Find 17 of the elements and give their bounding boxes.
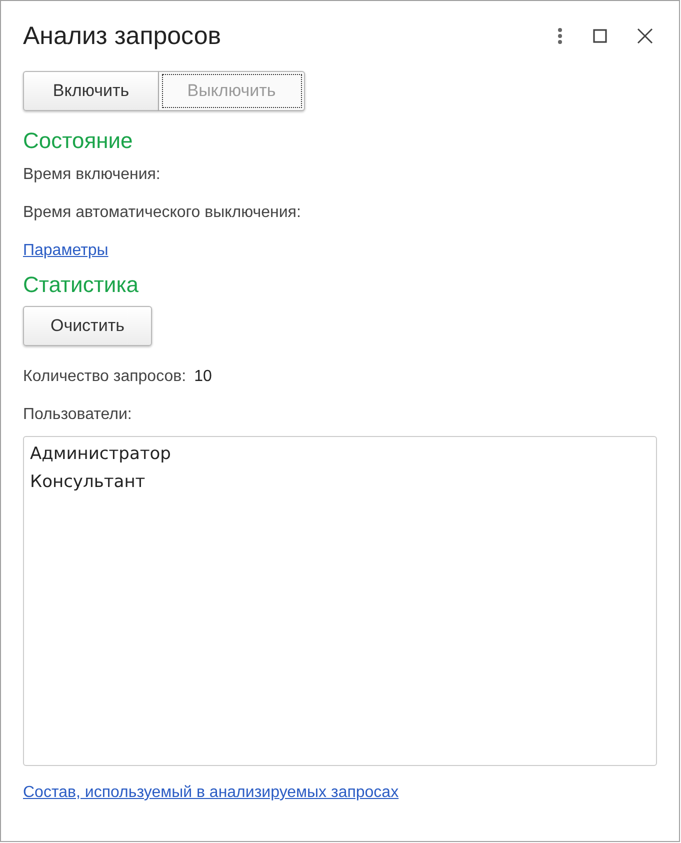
section-heading: Состояние	[23, 128, 134, 154]
list-item[interactable]: Консультант	[30, 468, 650, 496]
field-label: Время автоматического выключения:	[23, 204, 302, 222]
footer-link[interactable]: Состав, используемый в анализируемых запросах	[23, 784, 399, 801]
count-label: Количество запросов:	[23, 368, 186, 386]
window-title: Анализ запросов	[23, 22, 222, 50]
count-value: 10	[194, 368, 212, 386]
maximize-icon[interactable]	[593, 29, 607, 43]
close-icon[interactable]	[637, 28, 653, 44]
list-item[interactable]: Администратор	[30, 440, 650, 468]
toggle-button[interactable]: Включить	[23, 71, 159, 111]
users-label: Пользователи:	[23, 406, 133, 424]
parameters-link[interactable]: Параметры	[23, 242, 108, 259]
more-icon[interactable]	[557, 27, 563, 45]
section-heading: Статистика	[23, 272, 140, 298]
clear-button[interactable]: Очистить	[23, 306, 152, 346]
field-label: Время включения:	[23, 166, 162, 184]
